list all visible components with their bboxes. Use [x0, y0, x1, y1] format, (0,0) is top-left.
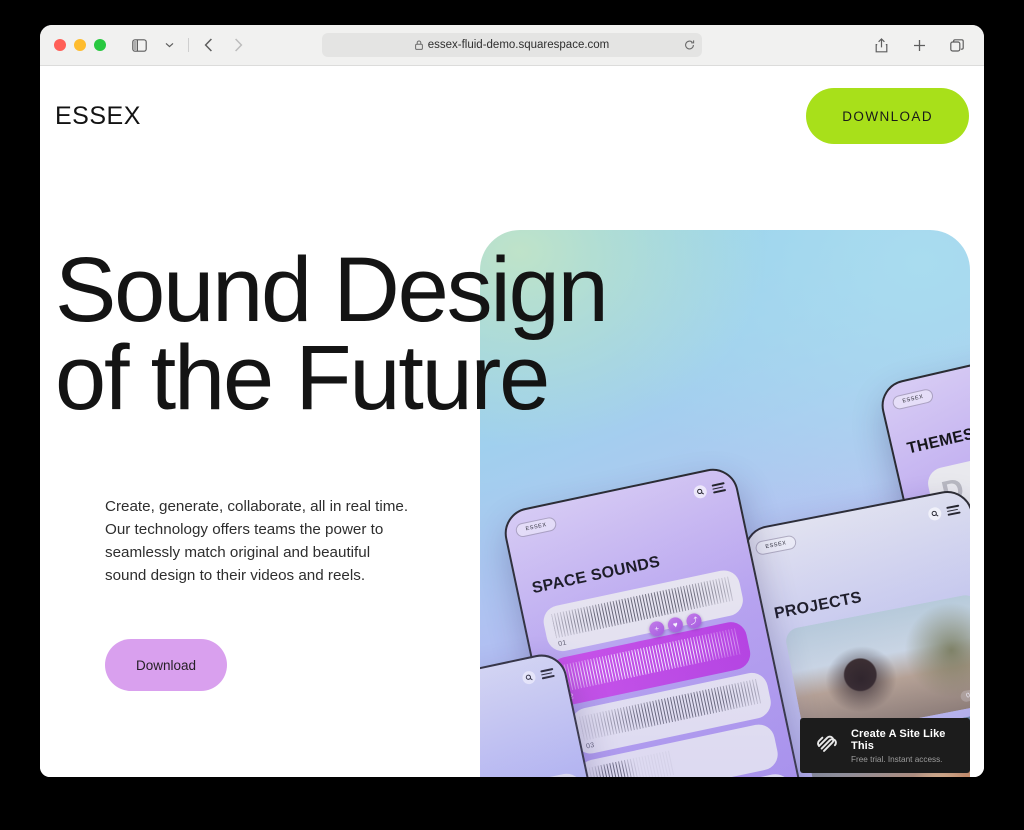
share-icon[interactable]: [868, 32, 894, 58]
hero-text-block: Sound Design of the Future Create, gener…: [55, 239, 609, 691]
waveform: [585, 750, 677, 777]
site-header: ESSEX DOWNLOAD: [40, 66, 984, 166]
hero-download-button[interactable]: Download: [105, 639, 227, 691]
url-text: essex-fluid-demo.squarespace.com: [427, 39, 610, 51]
nav-download-button[interactable]: DOWNLOAD: [806, 88, 969, 144]
projects-phone-topbar: ESSEX: [754, 500, 962, 558]
web-page-content: ESSEX DOWNLOAD ESSEX THEMES D F ESSEX: [40, 66, 984, 777]
projects-search-icon[interactable]: [927, 506, 943, 522]
projects-brand-pill: ESSEX: [754, 533, 798, 556]
badge-subtitle: Free trial. Instant access.: [851, 754, 943, 764]
hero-subsection: Create, generate, collaborate, all in re…: [105, 495, 607, 691]
squarespace-promo-badge[interactable]: Create A Site Like This Free trial. Inst…: [800, 718, 970, 773]
track-number: 03: [585, 741, 596, 751]
chevron-down-icon[interactable]: [156, 32, 182, 58]
sidebar-toggle-icon[interactable]: [126, 32, 152, 58]
toolbar-divider: [188, 38, 189, 52]
site-logo[interactable]: ESSEX: [55, 102, 141, 131]
themes-brand-pill: ESSEX: [891, 387, 935, 411]
badge-text: Create A Site Like This Free trial. Inst…: [851, 728, 956, 764]
close-window-button[interactable]: [54, 39, 66, 51]
address-bar[interactable]: essex-fluid-demo.squarespace.com: [322, 33, 702, 57]
address-bar-container: essex-fluid-demo.squarespace.com: [322, 33, 702, 57]
projects-menu-icon[interactable]: [946, 504, 961, 516]
lock-icon: [414, 40, 423, 50]
forward-arrow-icon[interactable]: [225, 32, 251, 58]
page-title: Sound Design of the Future: [55, 239, 609, 430]
maximize-window-button[interactable]: [94, 39, 106, 51]
space-phone-icons: [692, 480, 727, 500]
reload-icon[interactable]: [684, 40, 695, 51]
themes-phone-topbar: ESSEX: [891, 351, 970, 412]
minimize-window-button[interactable]: [74, 39, 86, 51]
badge-title: Create A Site Like This: [851, 727, 946, 752]
space-search-icon[interactable]: [692, 484, 708, 500]
plus-icon[interactable]: [906, 32, 932, 58]
themes-title: THEMES: [905, 425, 970, 458]
back-arrow-icon[interactable]: [195, 32, 221, 58]
toolbar-right-actions: [868, 32, 970, 58]
hero-body-copy: Create, generate, collaborate, all in re…: [105, 497, 409, 584]
space-menu-icon[interactable]: [711, 482, 727, 494]
browser-toolbar: essex-fluid-demo.squarespace.com: [40, 25, 984, 66]
navigation-controls: [126, 32, 251, 58]
projects-phone-icons: [927, 503, 961, 522]
squarespace-logo-icon: [814, 730, 840, 761]
tab-overview-icon[interactable]: [944, 32, 970, 58]
traffic-lights: [54, 39, 106, 51]
share-track-icon[interactable]: ⤴: [685, 612, 703, 630]
browser-window: essex-fluid-demo.squarespace.com ESSEX D…: [40, 25, 984, 777]
heart-icon[interactable]: ♥: [666, 615, 685, 634]
add-icon[interactable]: +: [647, 619, 666, 638]
